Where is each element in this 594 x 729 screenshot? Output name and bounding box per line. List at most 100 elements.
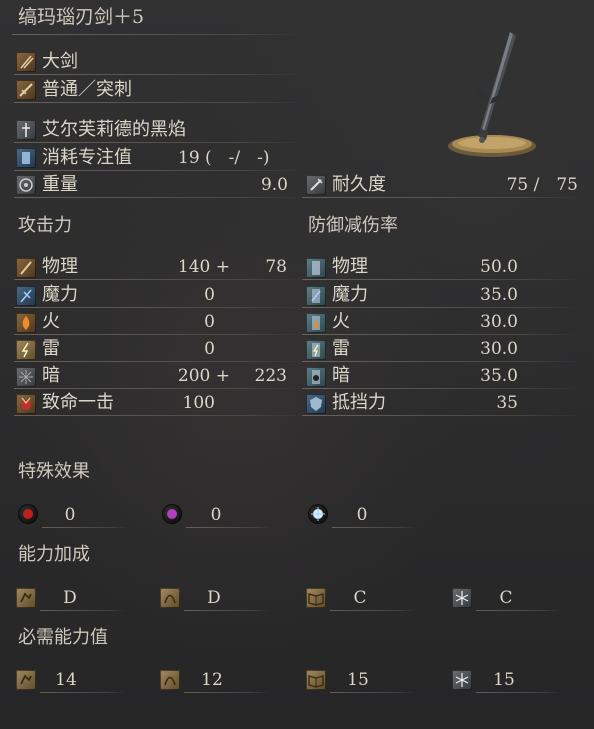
physical-attack-icon xyxy=(16,258,36,278)
attack-type-underline xyxy=(14,102,304,103)
durability-value: 75 / 75 xyxy=(506,175,578,195)
requirement-value: 15 xyxy=(347,670,369,690)
fp-underline xyxy=(14,170,304,171)
effect-value: 0 xyxy=(64,505,76,525)
attack-label: 致命一击 xyxy=(42,392,114,413)
attack-label: 暗 xyxy=(42,365,60,386)
critical-icon xyxy=(16,394,36,414)
defense-label: 物理 xyxy=(332,256,368,277)
faith-icon xyxy=(452,670,472,690)
attack-row-underline xyxy=(14,388,304,389)
dexterity-icon xyxy=(160,670,180,690)
defense-row-underline xyxy=(302,279,582,280)
intelligence-icon xyxy=(306,588,326,608)
fp-value: 19 ( -/ -) xyxy=(178,148,270,168)
physical-defense-icon xyxy=(306,258,326,278)
defense-row-underline xyxy=(302,361,582,362)
attack-row-underline xyxy=(14,415,304,416)
weapon-name: 缟玛瑙刃剑＋5 xyxy=(18,6,145,28)
attack-type: 普通／突刺 xyxy=(42,79,132,100)
strength-icon xyxy=(16,588,36,608)
scaling-underline xyxy=(476,610,561,611)
weapon-type-underline xyxy=(14,74,304,75)
attack-row-underline xyxy=(14,361,304,362)
scaling-header: 能力加成 xyxy=(18,544,90,565)
attack-value: 0 xyxy=(204,285,215,305)
defense-label: 暗 xyxy=(332,365,350,386)
defense-value: 50.0 xyxy=(480,257,518,277)
guard-boost-icon xyxy=(306,394,326,414)
attack-row-underline xyxy=(14,334,304,335)
weapon-skill: 艾尔芙莉德的黑焰 xyxy=(42,119,186,140)
weight-label: 重量 xyxy=(42,174,78,195)
attack-label: 物理 xyxy=(42,256,78,277)
weight-value: 9.0 xyxy=(260,175,288,195)
fp-label: 消耗专注值 xyxy=(42,147,132,168)
weapon-image xyxy=(440,28,550,160)
requirement-value: 15 xyxy=(493,670,515,690)
defense-row-underline xyxy=(302,415,582,416)
scaling-value: D xyxy=(63,588,77,608)
durability-underline xyxy=(302,197,582,198)
attack-type-icon xyxy=(16,80,36,100)
defense-label: 魔力 xyxy=(332,284,368,305)
defense-value: 30.0 xyxy=(480,312,518,332)
skill-underline xyxy=(14,142,304,143)
defense-label: 抵挡力 xyxy=(332,392,386,413)
dark-defense-icon xyxy=(306,367,326,387)
defense-value: 35.0 xyxy=(480,366,518,386)
poison-icon xyxy=(162,504,182,524)
requirement-underline xyxy=(476,692,561,693)
requirement-value: 12 xyxy=(201,670,223,690)
weight-icon xyxy=(16,175,36,195)
requirement-underline xyxy=(184,692,269,693)
attack-label: 雷 xyxy=(42,338,60,359)
attack-bonus: 78 xyxy=(265,257,287,277)
attack-value: 100 xyxy=(182,393,215,413)
intelligence-icon xyxy=(306,670,326,690)
requirement-value: 14 xyxy=(55,670,77,690)
strength-icon xyxy=(16,670,36,690)
lightning-attack-icon xyxy=(16,340,36,360)
scaling-underline xyxy=(184,610,269,611)
fire-defense-icon xyxy=(306,313,326,333)
fire-attack-icon xyxy=(16,313,36,333)
attack-header: 攻击力 xyxy=(18,215,72,236)
requirements-header: 必需能力值 xyxy=(18,627,108,648)
effects-header: 特殊效果 xyxy=(18,461,90,482)
effect-underline xyxy=(42,527,127,528)
defense-row-underline xyxy=(302,388,582,389)
defense-label: 雷 xyxy=(332,338,350,359)
attack-value: 0 xyxy=(204,339,215,359)
scaling-value: C xyxy=(353,588,367,608)
defense-label: 火 xyxy=(332,311,350,332)
weapon-type: 大剑 xyxy=(42,51,78,72)
effect-underline xyxy=(186,527,271,528)
attack-label: 魔力 xyxy=(42,284,78,305)
frost-icon xyxy=(308,504,328,524)
durability-icon xyxy=(306,175,326,195)
attack-value: 140 + xyxy=(177,257,230,277)
lightning-defense-icon xyxy=(306,340,326,360)
defense-value: 30.0 xyxy=(480,339,518,359)
magic-attack-icon xyxy=(16,286,36,306)
scaling-value: C xyxy=(499,588,513,608)
defense-value: 35.0 xyxy=(480,285,518,305)
defense-row-underline xyxy=(302,334,582,335)
weapon-type-icon xyxy=(16,52,36,72)
attack-row-underline xyxy=(14,307,304,308)
title-divider xyxy=(12,34,302,35)
attack-bonus: 223 xyxy=(254,366,287,386)
defense-row-underline xyxy=(302,307,582,308)
skill-icon xyxy=(16,120,36,140)
fp-icon xyxy=(16,148,36,168)
attack-value: 0 xyxy=(204,312,215,332)
requirement-underline xyxy=(40,692,125,693)
dexterity-icon xyxy=(160,588,180,608)
effect-value: 0 xyxy=(210,505,222,525)
defense-header: 防御减伤率 xyxy=(308,215,398,236)
weight-underline xyxy=(14,197,304,198)
attack-row-underline xyxy=(14,279,304,280)
attack-label: 火 xyxy=(42,311,60,332)
effect-value: 0 xyxy=(356,505,368,525)
